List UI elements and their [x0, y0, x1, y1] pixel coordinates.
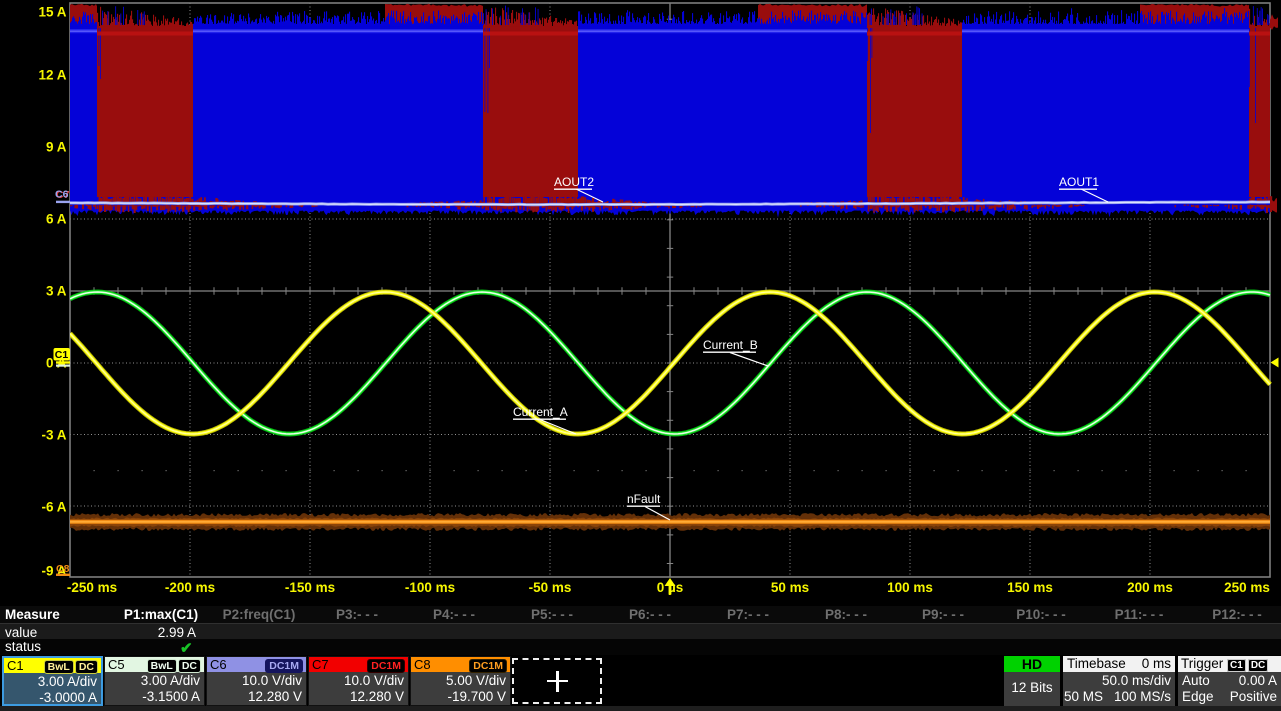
svg-text:-150 ms: -150 ms: [285, 580, 335, 595]
svg-text:Current_B: Current_B: [703, 338, 758, 352]
svg-text:100 ms: 100 ms: [887, 580, 933, 595]
svg-text:AOUT1: AOUT1: [1059, 175, 1099, 189]
svg-text:-50 ms: -50 ms: [529, 580, 572, 595]
svg-text:12 A: 12 A: [38, 68, 66, 83]
svg-text:C6: C6: [55, 189, 69, 201]
svg-text:nFault: nFault: [627, 492, 661, 506]
svg-text:150 ms: 150 ms: [1007, 580, 1053, 595]
svg-text:-3 A: -3 A: [41, 428, 66, 443]
svg-text:-100 ms: -100 ms: [405, 580, 455, 595]
svg-text:AOUT2: AOUT2: [554, 175, 594, 189]
svg-text:200 ms: 200 ms: [1127, 580, 1173, 595]
svg-text:-200 ms: -200 ms: [165, 580, 215, 595]
svg-text:-250 ms: -250 ms: [67, 580, 117, 595]
svg-text:50 ms: 50 ms: [771, 580, 809, 595]
svg-text:3 A: 3 A: [46, 284, 67, 299]
svg-text:250 ms: 250 ms: [1224, 580, 1270, 595]
svg-text:C1: C1: [55, 349, 69, 361]
svg-text:Current_A: Current_A: [513, 405, 568, 419]
svg-text:15 A: 15 A: [38, 5, 66, 20]
svg-text:-6 A: -6 A: [41, 500, 66, 515]
svg-text:6 A: 6 A: [46, 212, 67, 227]
svg-text:9 A: 9 A: [46, 140, 67, 155]
svg-text:C8: C8: [56, 563, 70, 575]
